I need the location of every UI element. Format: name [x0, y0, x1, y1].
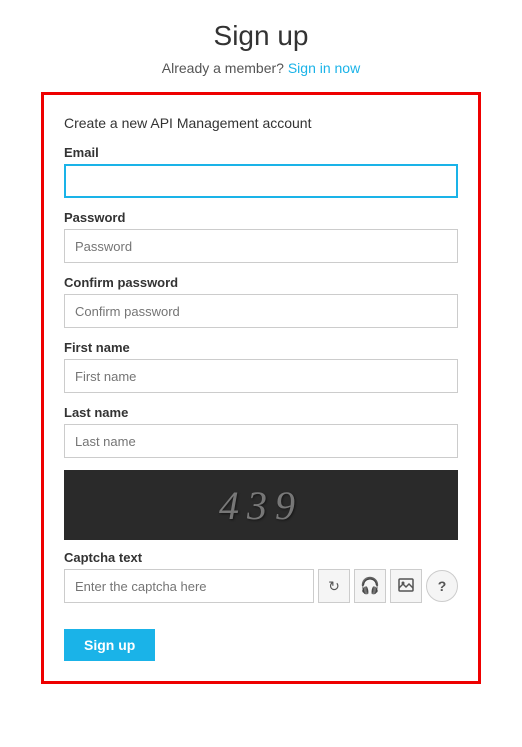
- signin-prompt: Already a member? Sign in now: [162, 60, 360, 76]
- captcha-audio-button[interactable]: 🎧: [354, 569, 386, 603]
- first-name-input[interactable]: [64, 359, 458, 393]
- help-icon: ?: [438, 578, 447, 594]
- signup-button[interactable]: Sign up: [64, 629, 155, 661]
- password-label: Password: [64, 210, 458, 225]
- captcha-input[interactable]: [64, 569, 314, 603]
- last-name-label: Last name: [64, 405, 458, 420]
- form-subtitle: Create a new API Management account: [64, 115, 458, 131]
- image-icon: [398, 578, 414, 595]
- page-title: Sign up: [214, 20, 309, 52]
- email-label: Email: [64, 145, 458, 160]
- captcha-input-row: ↻ 🎧 ?: [64, 569, 458, 603]
- email-field-group: Email: [64, 145, 458, 198]
- signup-form: Create a new API Management account Emai…: [41, 92, 481, 684]
- captcha-group: 439 Captcha text ↻ 🎧 ?: [64, 470, 458, 603]
- confirm-password-label: Confirm password: [64, 275, 458, 290]
- captcha-help-button[interactable]: ?: [426, 570, 458, 602]
- last-name-input[interactable]: [64, 424, 458, 458]
- captcha-display-value: 439: [219, 482, 303, 529]
- last-name-field-group: Last name: [64, 405, 458, 458]
- email-input[interactable]: [64, 164, 458, 198]
- first-name-field-group: First name: [64, 340, 458, 393]
- first-name-label: First name: [64, 340, 458, 355]
- confirm-password-input[interactable]: [64, 294, 458, 328]
- captcha-image-button[interactable]: [390, 569, 422, 603]
- captcha-label: Captcha text: [64, 550, 458, 565]
- audio-icon: 🎧: [360, 576, 380, 596]
- password-input[interactable]: [64, 229, 458, 263]
- refresh-icon: ↻: [328, 578, 340, 595]
- captcha-image: 439: [64, 470, 458, 540]
- already-member-text: Already a member?: [162, 60, 284, 76]
- captcha-refresh-button[interactable]: ↻: [318, 569, 350, 603]
- signin-link[interactable]: Sign in now: [288, 60, 360, 76]
- password-field-group: Password: [64, 210, 458, 263]
- confirm-password-field-group: Confirm password: [64, 275, 458, 328]
